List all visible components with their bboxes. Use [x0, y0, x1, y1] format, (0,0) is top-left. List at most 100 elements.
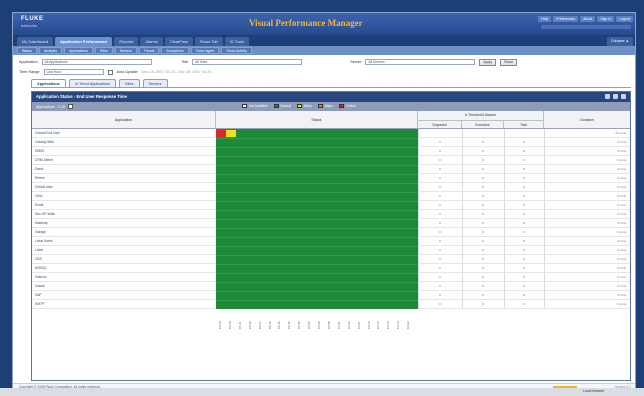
excessive-count: 0: [482, 158, 484, 162]
time-tick: 16:13: [376, 321, 381, 329]
tab-alarms[interactable]: Alarms: [140, 37, 163, 46]
auto-update-checkbox[interactable]: [107, 69, 113, 75]
col-total[interactable]: Total: [504, 120, 544, 128]
status-legend: Not Available Normal Minor Major Critical: [242, 104, 356, 108]
legend-swatch: [273, 104, 279, 108]
degraded-count: 0: [439, 176, 441, 180]
tab-clearflow[interactable]: ClearFlow: [164, 37, 193, 46]
header-subbar: [541, 25, 631, 29]
collapse-button[interactable]: Collapse ▲: [606, 37, 633, 46]
application-name[interactable]: Catalog Web: [35, 138, 54, 147]
application-name[interactable]: Outlook: [35, 273, 46, 282]
subtab-sites[interactable]: Sites: [94, 47, 113, 54]
duration-value: 0 mins: [617, 266, 626, 270]
col-duration[interactable]: Duration: [544, 111, 630, 129]
toolbar-checkbox[interactable]: [67, 104, 73, 109]
application-name[interactable]: CRM-Siebel: [35, 156, 53, 165]
application-name[interactable]: MSSQL: [35, 264, 47, 273]
application-filter-select[interactable]: All Applications: [41, 59, 152, 65]
subtab-servers[interactable]: Servers: [114, 47, 137, 54]
header-link-help[interactable]: Help: [538, 16, 552, 22]
application-name[interactable]: Ethers: [35, 174, 45, 183]
content-tab-in-trend-applications[interactable]: In Trend Applications: [68, 79, 117, 87]
application-name[interactable]: EBMS: [35, 147, 44, 156]
col-excessive[interactable]: Excessive: [462, 120, 504, 128]
duration-value: 0 mins: [617, 167, 626, 171]
application-name[interactable]: Dev-HP-Wide: [35, 210, 55, 219]
degraded-count: 0: [439, 221, 441, 225]
panel-toolbar: Applications 1-19 Not Available Normal Min…: [32, 102, 630, 111]
col-application[interactable]: Application: [32, 111, 216, 129]
duration-value: 0 mins: [617, 248, 626, 252]
status-row-line: [216, 183, 418, 184]
application-status-panel: Application Status - End User Response T…: [31, 91, 631, 381]
time-tick: 15:31: [237, 321, 242, 329]
application-name[interactable]: Email: [35, 201, 43, 210]
header-link-preferences[interactable]: Preferences: [553, 16, 579, 22]
main-tabs: My Dashboard Application Performance Repor…: [13, 35, 635, 46]
degraded-count: 0: [439, 158, 441, 162]
application-name[interactable]: Lotus: [35, 246, 43, 255]
header-link-logout[interactable]: Logout: [616, 16, 633, 22]
tab-flows-tab[interactable]: Flows Tab: [194, 37, 223, 46]
col-degraded[interactable]: Degraded: [418, 120, 462, 128]
subtab-show-activity[interactable]: Show Activity: [221, 47, 252, 54]
status-cell[interactable]: [231, 130, 236, 137]
subtab-status[interactable]: Status: [17, 47, 37, 54]
legend-label: Normal: [280, 104, 291, 108]
subtab-exceptions[interactable]: Exceptions: [161, 47, 189, 54]
legend-swatch: [296, 104, 302, 108]
time-range-select[interactable]: Last Hour: [43, 69, 104, 75]
duration-value: 0 mins: [617, 185, 626, 189]
reset-button[interactable]: Reset: [500, 58, 518, 66]
tab-application-performance[interactable]: Application Performance: [55, 37, 113, 46]
degraded-count: 0: [439, 194, 441, 198]
status-row-line: [216, 192, 418, 193]
legend-item: Not Available: [242, 104, 268, 108]
excessive-count: 0: [482, 275, 484, 279]
content-tab-applications[interactable]: Applications: [31, 79, 66, 87]
help-icon[interactable]: [605, 94, 610, 99]
application-name[interactable]: Critical Alive: [35, 183, 53, 192]
application-name[interactable]: SMTP: [35, 300, 44, 309]
degraded-count: 0: [439, 185, 441, 189]
export-icon[interactable]: [621, 94, 626, 99]
application-name[interactable]: SAP: [35, 291, 42, 300]
status-row-line: [216, 237, 418, 238]
subtab-trace-agent[interactable]: Trace Agent: [190, 47, 220, 54]
subtab-analysis[interactable]: Analysis: [38, 47, 62, 54]
content-tab-servers[interactable]: Servers: [142, 79, 168, 87]
sub-tabs: Status Analysis Applications Sites Servers Tr…: [13, 46, 635, 55]
application-name[interactable]: Overall End User: [35, 129, 60, 138]
apply-button[interactable]: Apply: [479, 58, 497, 66]
content-tab-sites[interactable]: Sites: [119, 79, 140, 87]
total-count: 0: [523, 140, 525, 144]
application-name[interactable]: Marimay: [35, 219, 48, 228]
duration-value: 0 mins: [617, 275, 626, 279]
tab-is-tools[interactable]: IS Tools: [224, 37, 249, 46]
header-link-about[interactable]: About: [580, 16, 596, 22]
application-name[interactable]: Garage: [35, 228, 46, 237]
status-row-line: [216, 165, 418, 166]
tab-my-dashboard[interactable]: My Dashboard: [17, 37, 54, 46]
header-link-sign-in[interactable]: Sign In: [597, 16, 615, 22]
degraded-count: 0: [439, 203, 441, 207]
product-title: Visual Performance Manager: [249, 18, 363, 28]
subtab-trends[interactable]: Trends: [138, 47, 160, 54]
subtab-applications[interactable]: Applications: [63, 47, 93, 54]
site-filter-select[interactable]: All Sites: [192, 59, 303, 65]
excessive-count: 0: [482, 185, 484, 189]
legend-label: Critical: [345, 104, 356, 108]
server-filter-select[interactable]: All Servers: [365, 59, 476, 65]
legend-label: Major: [324, 104, 333, 108]
duration-value: 0 mins: [617, 194, 626, 198]
application-name[interactable]: Danis: [35, 165, 43, 174]
tab-reports[interactable]: Reports: [114, 37, 139, 46]
application-name[interactable]: CBS: [35, 255, 42, 264]
application-name[interactable]: Oracle: [35, 282, 45, 291]
refresh-icon[interactable]: [613, 94, 618, 99]
degraded-count: 0: [439, 284, 441, 288]
application-name[interactable]: Citrix: [35, 192, 43, 201]
application-name[interactable]: Lotus Notes: [35, 237, 53, 246]
table-header: Application Status # Threshold Alarms De…: [32, 111, 630, 129]
